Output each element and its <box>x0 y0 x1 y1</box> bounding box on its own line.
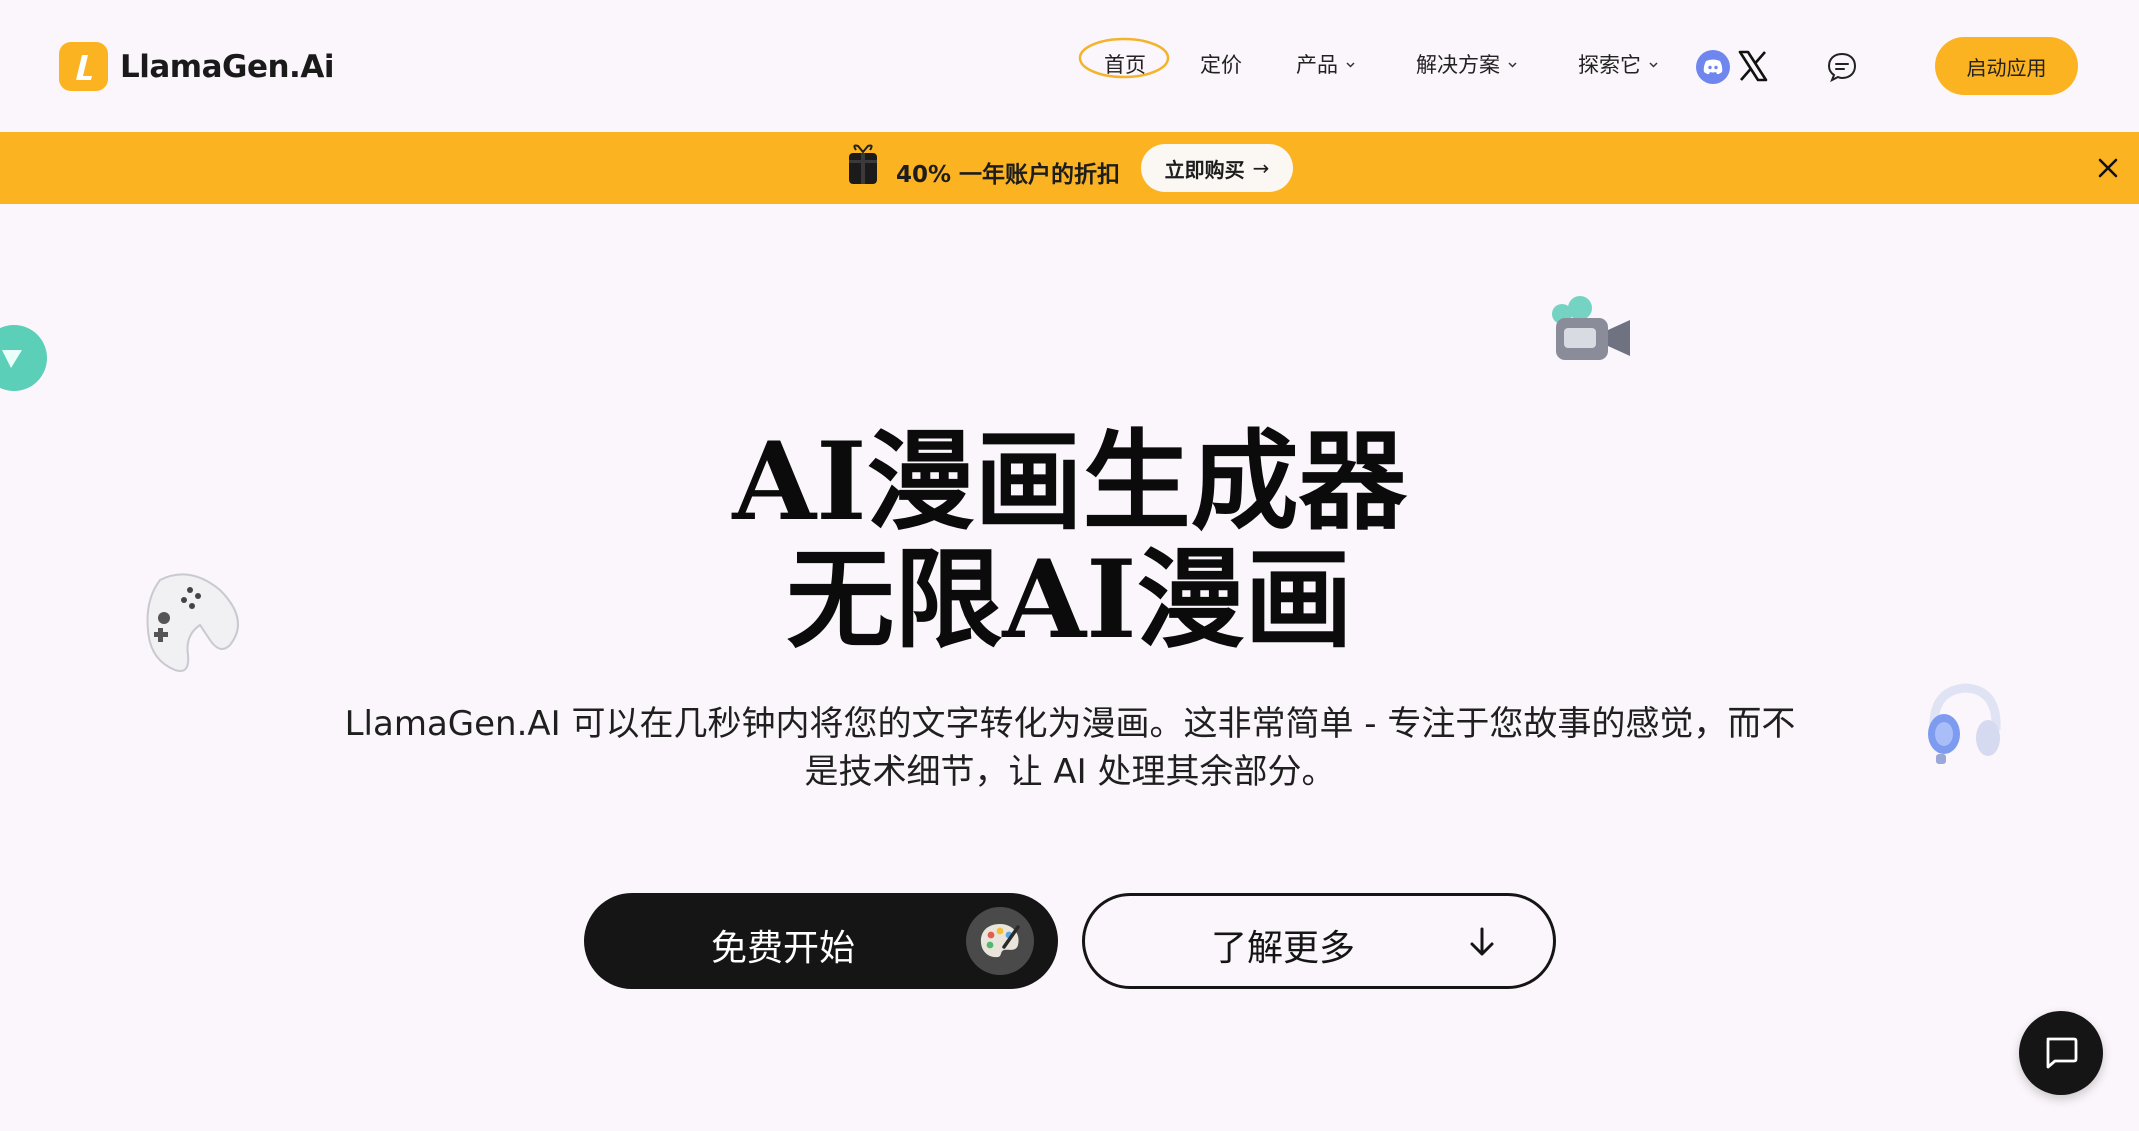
nav-solutions-label: 解决方案 <box>1416 53 1500 77</box>
nav-products-label: 产品 <box>1296 53 1338 77</box>
nav-pricing-label: 定价 <box>1200 53 1242 77</box>
logo-text: LlamaGen.Ai <box>120 48 334 85</box>
nav-solutions-dropdown[interactable]: 解决方案 <box>1416 49 1518 79</box>
nav-home[interactable]: 首页 <box>1104 49 1146 79</box>
chat-widget-button[interactable] <box>2019 1011 2103 1095</box>
top-navbar: LlamaGen.Ai 首页 定价 产品 解决方案 探索它 启动应用 <box>0 0 2139 132</box>
start-free-button[interactable]: 免费开始 <box>584 893 1058 989</box>
logo-icon <box>59 42 108 91</box>
hero-subtitle-line2: 是技术细节，让 AI 处理其余部分。 <box>804 752 1336 792</box>
headphones-icon <box>1928 683 2001 764</box>
gift-icon <box>849 144 877 184</box>
promo-text: 40% 一年账户的折扣 <box>896 162 1121 188</box>
hero-subtitle-line1: LlamaGen.AI 可以在几秒钟内将您的文字转化为漫画。这非常简单 - 专注… <box>344 704 1796 744</box>
nav-products-dropdown[interactable]: 产品 <box>1296 49 1356 79</box>
buy-now-label: 立即购买 <box>1164 157 1245 182</box>
start-free-label: 免费开始 <box>711 928 856 969</box>
hero-title-line2: 无限AI漫画 <box>786 537 1353 663</box>
camera-icon <box>1552 296 1630 360</box>
hero-subtitle: LlamaGen.AI 可以在几秒钟内将您的文字转化为漫画。这非常简单 - 专注… <box>300 700 1840 796</box>
chat-icon[interactable] <box>1826 51 1858 83</box>
learn-more-button[interactable]: 了解更多 <box>1082 893 1556 989</box>
nav-explore-dropdown[interactable]: 探索它 <box>1578 49 1659 79</box>
arrow-right-icon: → <box>1252 156 1270 180</box>
discord-icon[interactable] <box>1696 50 1730 84</box>
chevron-down-icon <box>1508 61 1517 68</box>
nav-pricing[interactable]: 定价 <box>1200 49 1242 79</box>
x-icon[interactable] <box>1737 49 1769 83</box>
close-icon[interactable] <box>2097 157 2119 179</box>
teal-orb-icon <box>0 325 47 391</box>
palette-icon <box>966 907 1034 975</box>
chat-icon <box>2046 1037 2078 1069</box>
nav-explore-label: 探索它 <box>1578 53 1641 77</box>
chevron-down-icon <box>1346 61 1355 68</box>
nav-home-label: 首页 <box>1104 53 1146 77</box>
launch-app-button[interactable]: 启动应用 <box>1935 37 2078 95</box>
buy-now-button[interactable]: 立即购买 → <box>1141 144 1293 192</box>
hero-title-line1: AI漫画生成器 <box>732 419 1407 545</box>
arrow-down-icon <box>1470 927 1494 956</box>
chevron-down-icon <box>1649 61 1658 68</box>
logo-link[interactable]: LlamaGen.Ai <box>59 42 334 91</box>
learn-more-label: 了解更多 <box>1211 928 1356 969</box>
